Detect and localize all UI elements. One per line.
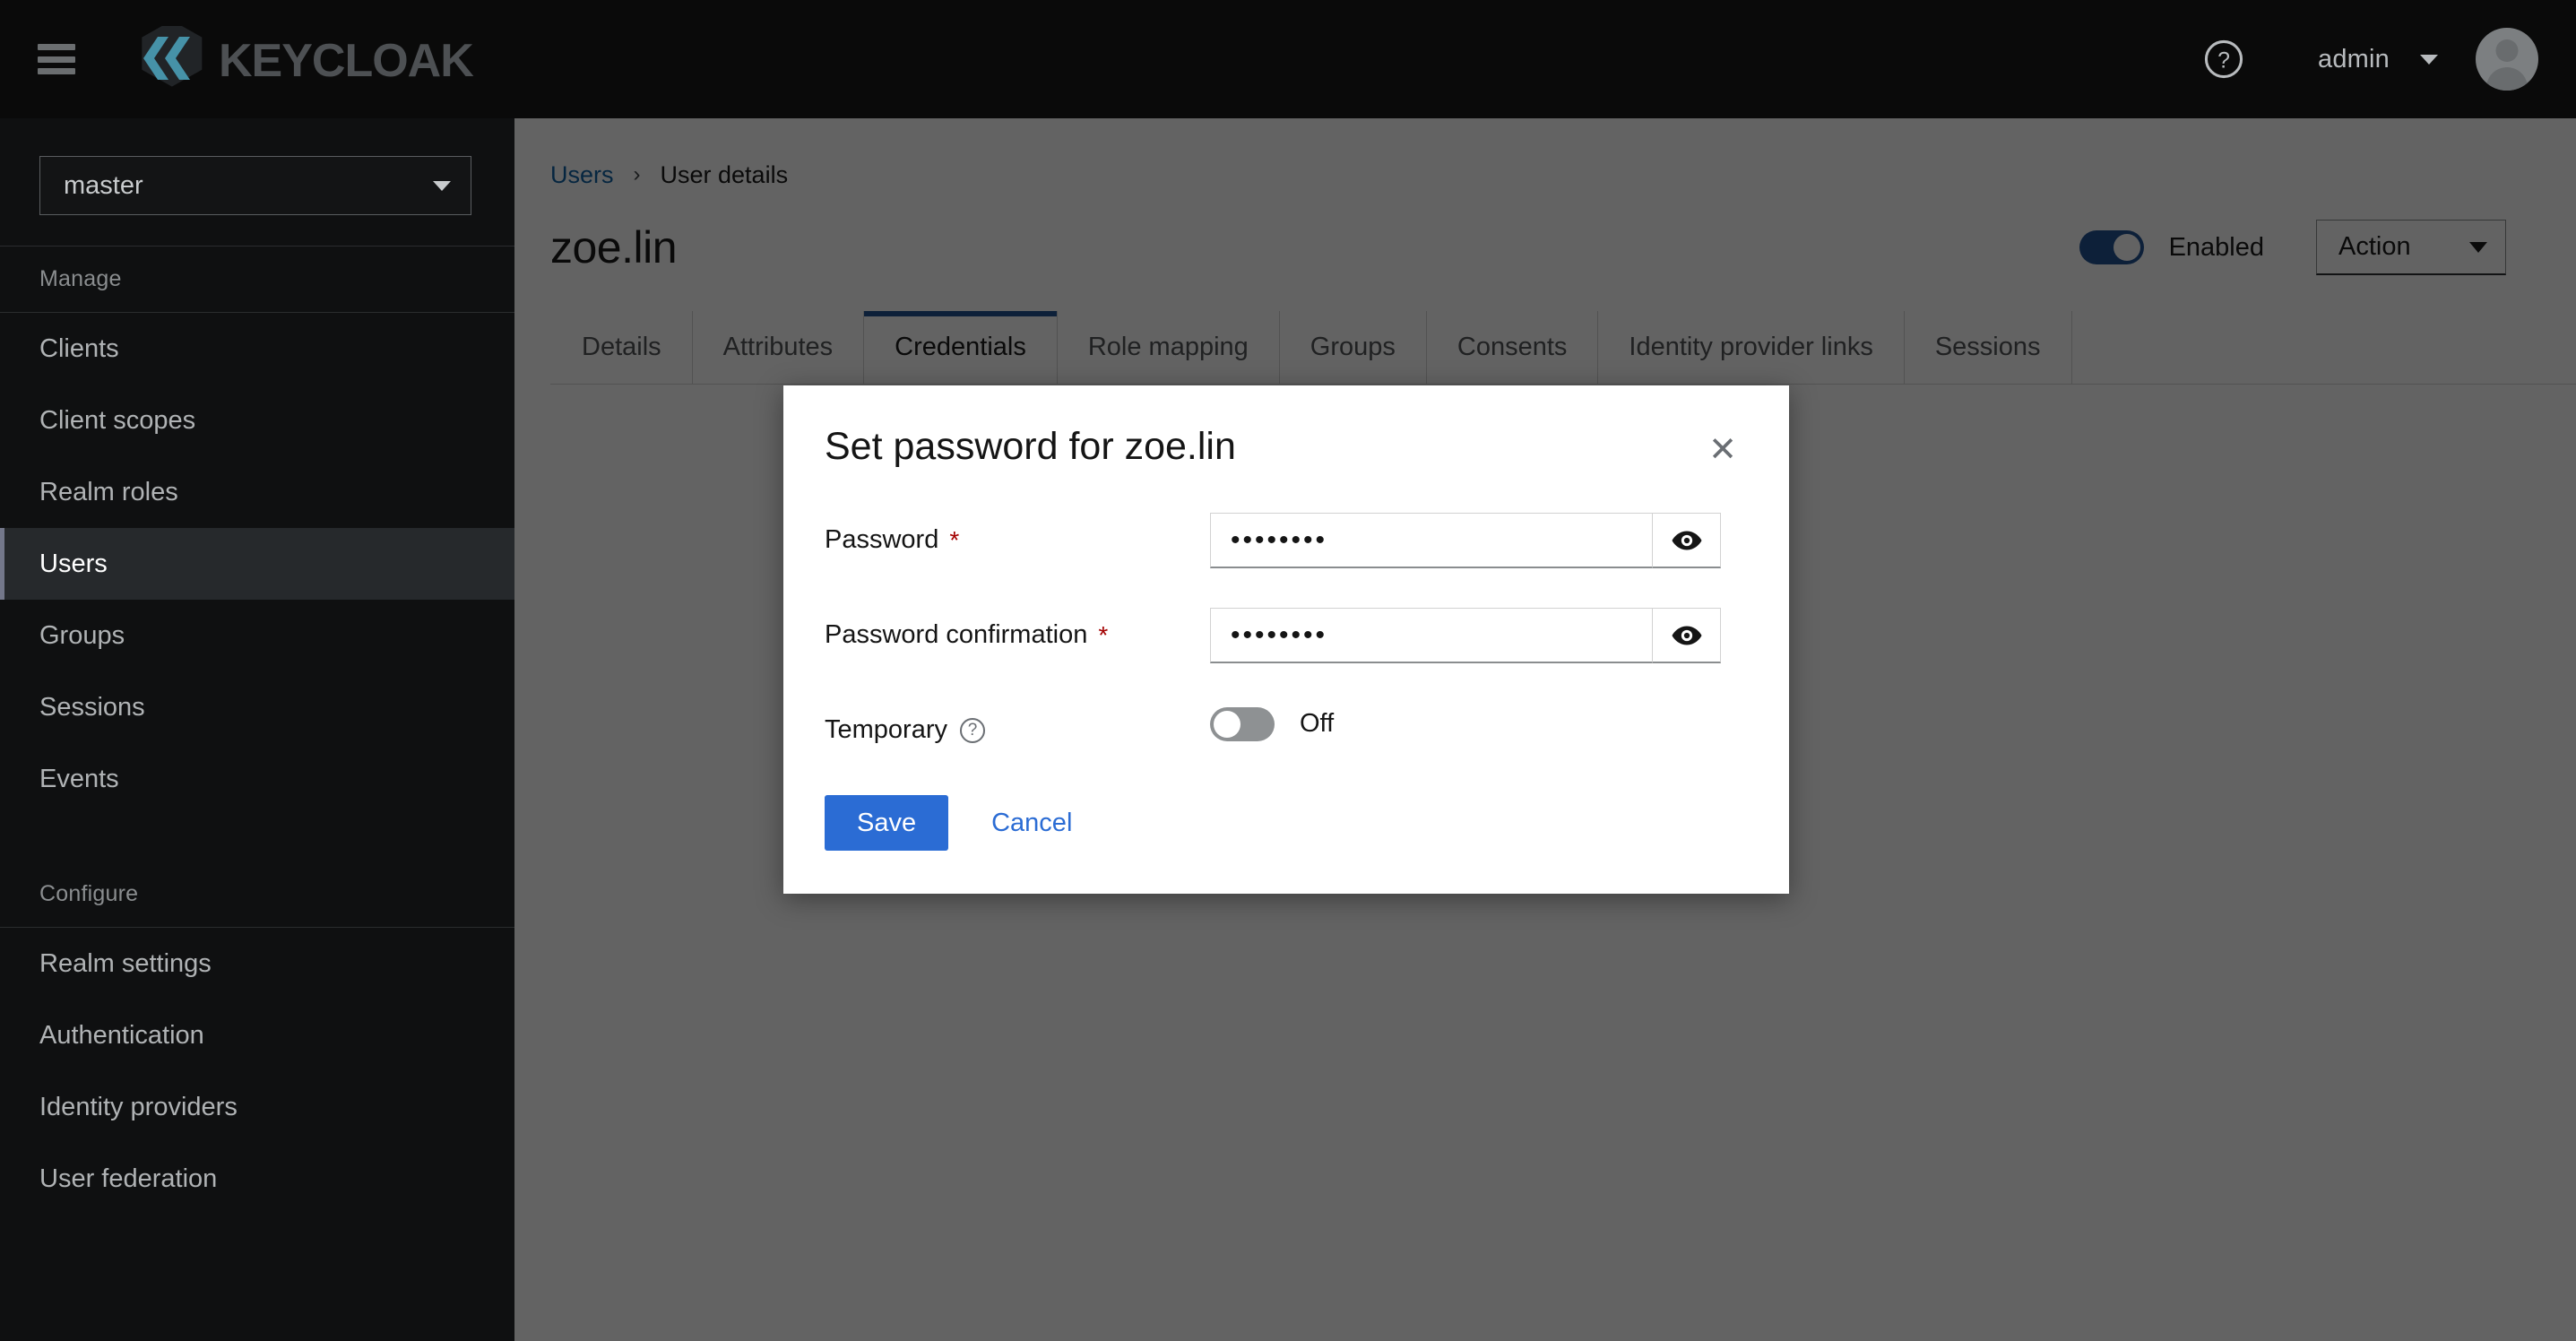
temporary-toggle[interactable] bbox=[1210, 706, 1275, 741]
close-icon[interactable]: ✕ bbox=[1698, 425, 1748, 475]
sidebar-group-title-configure: Configure bbox=[39, 881, 139, 906]
question-circle-icon[interactable]: ? bbox=[960, 717, 985, 743]
password-label-wrap: Password * bbox=[825, 513, 1210, 555]
modal-footer: Save Cancel bbox=[825, 795, 1748, 851]
sidebar-item-clients[interactable]: Clients bbox=[0, 313, 514, 385]
realm-selector-value: master bbox=[64, 170, 143, 200]
password-input[interactable] bbox=[1210, 513, 1653, 568]
avatar-body bbox=[2486, 67, 2528, 91]
help-icon[interactable]: ? bbox=[2196, 31, 2252, 87]
password-field-row: Password * bbox=[825, 513, 1748, 568]
realm-selector[interactable]: master bbox=[39, 156, 471, 215]
modal-body: Password * Password confi bbox=[825, 513, 1748, 851]
keycloak-brand-logo[interactable]: KEYCLOAK bbox=[125, 26, 520, 92]
hamburger-bar bbox=[38, 68, 75, 74]
password-confirmation-label: Password confirmation bbox=[825, 620, 1088, 649]
avatar-head bbox=[2495, 39, 2519, 62]
temporary-label-wrap: Temporary ? bbox=[825, 703, 1210, 745]
user-menu-label: admin bbox=[2318, 44, 2390, 74]
masthead: KEYCLOAK ? admin bbox=[0, 0, 2576, 118]
modal-title: Set password for zoe.lin bbox=[825, 425, 1236, 468]
chevron-down-icon bbox=[2420, 54, 2438, 65]
sidebar-item-user-federation[interactable]: User federation bbox=[0, 1143, 514, 1215]
sidebar-item-sessions[interactable]: Sessions bbox=[0, 671, 514, 743]
chevron-down-icon bbox=[433, 180, 451, 191]
sidebar-group-title-manage: Manage bbox=[39, 266, 122, 291]
password-confirmation-field-row: Password confirmation * bbox=[825, 608, 1748, 663]
required-indicator: * bbox=[1098, 620, 1109, 649]
sidebar-item-authentication[interactable]: Authentication bbox=[0, 999, 514, 1071]
temporary-toggle-state-label: Off bbox=[1300, 709, 1335, 738]
sidebar: master Manage Clients Client scopes Real… bbox=[0, 118, 514, 1341]
masthead-right-group: ? admin bbox=[2196, 28, 2576, 91]
avatar[interactable] bbox=[2476, 28, 2538, 91]
user-menu-toggle[interactable]: admin bbox=[2318, 45, 2438, 74]
eye-icon[interactable] bbox=[1653, 608, 1721, 663]
realm-selector-wrap: master bbox=[0, 118, 514, 246]
save-button[interactable]: Save bbox=[825, 795, 949, 851]
svg-text:?: ? bbox=[2217, 48, 2230, 74]
toggle-knob bbox=[1214, 710, 1240, 738]
hamburger-bar bbox=[38, 56, 75, 63]
set-password-modal: Set password for zoe.lin ✕ Password * ••… bbox=[783, 385, 1789, 894]
keycloak-admin-console: KEYCLOAK ? admin master Manage Clients C… bbox=[0, 0, 2576, 1341]
password-confirmation-input-group bbox=[1210, 608, 1721, 663]
temporary-label: Temporary bbox=[825, 715, 947, 744]
hamburger-menu-icon[interactable] bbox=[30, 39, 82, 79]
sidebar-item-identity-providers[interactable]: Identity providers bbox=[0, 1071, 514, 1143]
sidebar-item-users[interactable]: Users bbox=[0, 528, 514, 600]
modal-header: Set password for zoe.lin ✕ bbox=[825, 425, 1748, 475]
temporary-field-row: Temporary ? Off bbox=[825, 703, 1748, 745]
sidebar-item-client-scopes[interactable]: Client scopes bbox=[0, 385, 514, 456]
sidebar-item-groups[interactable]: Groups bbox=[0, 600, 514, 671]
sidebar-item-realm-settings[interactable]: Realm settings bbox=[0, 928, 514, 999]
hamburger-bar bbox=[38, 44, 75, 50]
svg-text:KEYCLOAK: KEYCLOAK bbox=[219, 35, 474, 87]
required-indicator: * bbox=[949, 525, 960, 554]
password-confirmation-input[interactable] bbox=[1210, 608, 1653, 663]
eye-icon[interactable] bbox=[1653, 513, 1721, 568]
password-confirmation-label-wrap: Password confirmation * bbox=[825, 608, 1210, 650]
sidebar-item-realm-roles[interactable]: Realm roles bbox=[0, 456, 514, 528]
sidebar-item-events[interactable]: Events bbox=[0, 743, 514, 815]
password-input-group bbox=[1210, 513, 1721, 568]
cancel-button[interactable]: Cancel bbox=[977, 795, 1086, 851]
password-label: Password bbox=[825, 525, 939, 554]
